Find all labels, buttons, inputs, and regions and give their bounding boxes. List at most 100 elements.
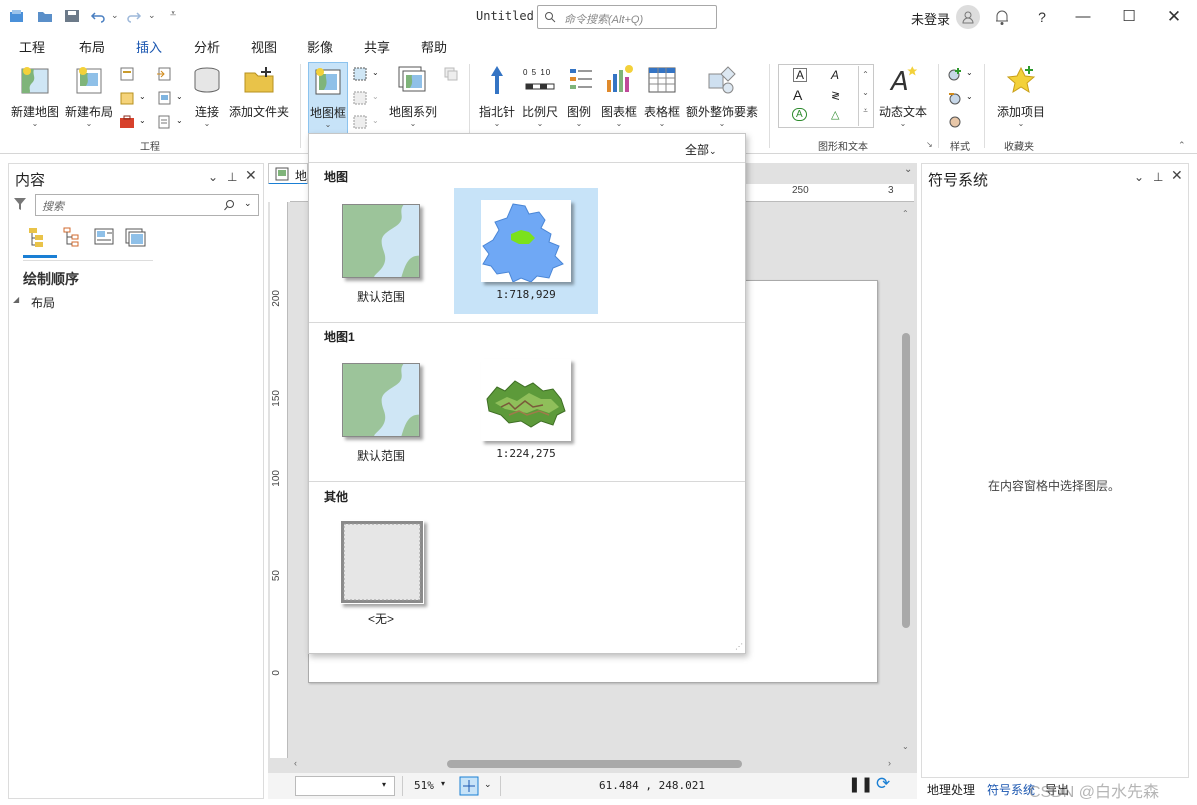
chevron-down-icon[interactable]: ⌄ [484, 779, 492, 790]
contents-search-input[interactable]: 搜索 ⌄ [35, 194, 259, 216]
gallery-filter-dropdown[interactable]: 全部⌄ [685, 141, 717, 158]
tab-analysis[interactable]: 分析 [194, 37, 220, 56]
tab-project[interactable]: 工程 [19, 37, 45, 56]
pin-icon[interactable]: ⊥ [227, 170, 237, 184]
tree-item-layout[interactable]: 布局 [31, 294, 55, 311]
gallery-scroll-icon[interactable]: ⌃ ⌄ ⩡ [858, 66, 872, 126]
redo-dropdown-icon[interactable]: ⌄ [148, 10, 156, 21]
help-icon[interactable]: ? [1033, 8, 1051, 26]
gallery-item-map1-scale[interactable]: 1:224,275 [454, 347, 598, 473]
task-icon[interactable] [119, 114, 135, 130]
new-map-button[interactable]: 新建地图 ⌄ [10, 64, 60, 128]
chevron-down-icon[interactable]: ⌄ [176, 92, 183, 101]
sign-in-status[interactable]: 未登录 [911, 9, 950, 28]
style-manager-icon[interactable] [947, 114, 963, 130]
scale-select[interactable]: ▾ [295, 776, 395, 796]
reshape-frame-icon[interactable] [352, 66, 368, 82]
import-layout-icon[interactable] [156, 90, 172, 106]
filter-icon[interactable] [13, 197, 27, 211]
spline-text-icon[interactable]: ≷ [831, 89, 840, 102]
pin-icon[interactable]: ⊥ [1153, 170, 1163, 184]
dialog-launcher-icon[interactable]: ↘ [926, 140, 933, 149]
tab-imagery[interactable]: 影像 [307, 37, 333, 56]
chevron-down-icon[interactable]: ⌄ [176, 116, 183, 125]
tab-layout[interactable]: 布局 [79, 37, 105, 56]
chevron-down-icon[interactable]: ⌄ [966, 92, 973, 101]
straight-text-icon[interactable]: A [793, 87, 802, 103]
save-project-icon[interactable] [64, 8, 80, 24]
undo-icon[interactable] [90, 8, 106, 24]
close-pane-icon[interactable]: ✕ [1171, 167, 1183, 184]
command-search-input[interactable]: 命令搜索(Alt+Q) [537, 5, 717, 29]
customize-toolbar-icon[interactable]: ⩡ [170, 8, 176, 21]
selection-order-icon[interactable] [62, 226, 84, 248]
tab-insert[interactable]: 插入 [136, 37, 163, 60]
expand-triangle-icon[interactable]: ◢ [13, 295, 19, 304]
close-icon[interactable]: ✕ [1165, 8, 1183, 26]
gallery-item-map-default-extent[interactable]: 默认范围 [309, 188, 453, 314]
close-pane-icon[interactable]: ✕ [245, 167, 257, 184]
gallery-item-map-scale[interactable]: 1:718,929 [454, 188, 598, 314]
extra-elements-button[interactable]: 额外整饰要素 ⌄ [684, 64, 760, 128]
chevron-down-icon[interactable]: ⌄ [372, 68, 379, 77]
new-project-icon[interactable] [9, 8, 25, 24]
gallery-item-none[interactable]: <无> [309, 506, 453, 632]
curved-text-icon[interactable]: A [831, 68, 839, 82]
maximize-icon[interactable]: ☐ [1120, 8, 1138, 26]
tab-share[interactable]: 共享 [364, 37, 390, 56]
layout-view-tab[interactable]: 地 [268, 163, 308, 185]
map-series-button[interactable]: 地图系列 ⌄ [388, 64, 438, 128]
tab-help[interactable]: 帮助 [421, 37, 447, 56]
add-item-button[interactable]: 添加项目 ⌄ [994, 64, 1048, 128]
notification-bell-icon[interactable] [994, 8, 1010, 26]
tab-view[interactable]: 视图 [251, 37, 277, 56]
connect-button[interactable]: 连接 ⌄ [190, 64, 224, 128]
chevron-down-icon[interactable]: ⌄ [139, 116, 146, 125]
undo-dropdown-icon[interactable]: ⌄ [111, 10, 119, 21]
notebook-icon[interactable] [156, 114, 172, 130]
view-options-icon[interactable]: ⌄ [904, 164, 912, 175]
map-frames-list-icon[interactable] [124, 226, 146, 248]
legend-button[interactable]: 图例 ⌄ [564, 64, 594, 128]
ellipse-text-icon[interactable]: △ [831, 108, 839, 121]
graphics-list-icon[interactable] [93, 226, 115, 248]
north-arrow-button[interactable]: 指北针 ⌄ [478, 64, 516, 128]
refresh-icon[interactable]: ⟳ [876, 774, 890, 794]
pause-drawing-icon[interactable]: ❚❚ [848, 775, 873, 793]
scroll-up-icon[interactable]: ⌃ [902, 209, 909, 218]
table-frame-button[interactable]: 表格框 ⌄ [642, 64, 682, 128]
toolbox-icon[interactable] [119, 90, 135, 106]
chevron-down-icon[interactable]: ▾ [441, 779, 445, 788]
tab-geoprocessing[interactable]: 地理处理 [927, 781, 975, 798]
pane-options-icon[interactable]: ⌄ [1134, 170, 1144, 184]
import-style-icon[interactable] [947, 90, 963, 106]
scroll-left-icon[interactable]: ‹ [294, 758, 297, 768]
gallery-item-map1-default-extent[interactable]: 默认范围 [309, 347, 453, 473]
chevron-down-icon[interactable]: ⌄ [966, 68, 973, 77]
map-frame-button[interactable]: 地图框 ⌄ [308, 62, 348, 136]
tab-symbology[interactable]: 符号系统 [987, 781, 1035, 798]
new-layout-button[interactable]: 新建布局 ⌄ [63, 64, 115, 128]
circle-text-icon[interactable]: A [792, 108, 807, 121]
zoom-level[interactable]: 51% [414, 779, 434, 792]
import-map-icon[interactable] [156, 66, 172, 82]
chevron-down-icon[interactable]: ⌄ [139, 92, 146, 101]
redo-icon[interactable] [126, 8, 142, 24]
scroll-right-icon[interactable]: › [888, 758, 891, 768]
vertical-scrollbar-thumb[interactable] [902, 333, 910, 628]
horizontal-scrollbar-thumb[interactable] [447, 760, 742, 768]
minimize-icon[interactable]: — [1074, 8, 1092, 26]
scroll-down-icon[interactable]: ⌄ [902, 742, 909, 751]
snapping-icon[interactable] [459, 776, 479, 796]
collapse-ribbon-icon[interactable]: ⌃ [1178, 140, 1186, 151]
grid-icon[interactable] [352, 90, 368, 106]
chart-frame-button[interactable]: 图表框 ⌄ [599, 64, 639, 128]
open-project-icon[interactable] [37, 8, 53, 24]
avatar[interactable] [956, 5, 980, 29]
text-box-icon[interactable]: A [793, 68, 808, 82]
drawing-order-icon[interactable] [27, 226, 49, 248]
pane-options-icon[interactable]: ⌄ [208, 170, 218, 184]
chevron-down-icon[interactable]: ⌄ [244, 198, 252, 209]
add-style-icon[interactable] [947, 66, 963, 82]
resize-grip-icon[interactable]: ⋰ [735, 642, 743, 651]
